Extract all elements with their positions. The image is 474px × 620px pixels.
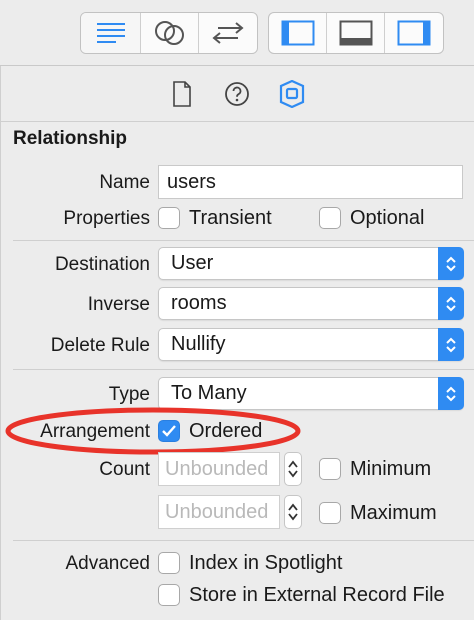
divider [13,369,474,370]
tab-quick-help[interactable] [223,80,251,108]
advanced-label: Advanced [65,553,150,574]
divider [13,240,474,241]
delete-rule-value: Nullify [171,333,226,355]
index-in-spotlight-label: Index in Spotlight [189,552,343,574]
store-external-checkbox[interactable] [158,584,180,606]
inverse-popup[interactable]: rooms [158,287,464,320]
file-icon [173,81,191,107]
inverse-label: Inverse [87,294,150,315]
inverse-value: rooms [171,292,227,314]
divider [13,540,474,541]
left-panel-icon [281,20,314,46]
type-label: Type [108,384,150,405]
debug-area-toggle[interactable] [327,13,385,53]
bottom-panel-icon [339,20,372,46]
right-panel-icon [397,20,431,46]
destination-label: Destination [54,254,150,275]
inspector-tab-bar [0,66,474,122]
data-model-icon [279,80,305,108]
maximum-count-stepper[interactable] [284,495,302,529]
toolbar [0,0,474,66]
name-label: Name [99,172,150,193]
linked-circles-icon [154,21,184,45]
minimum-label: Minimum [350,458,432,480]
delete-rule-popup[interactable]: Nullify [158,328,464,361]
minimum-count-field[interactable]: Unbounded [158,452,280,486]
count-label: Count [99,459,150,480]
editor-segmented-control [80,12,258,54]
minimum-count-stepper[interactable] [284,452,302,486]
destination-value: User [171,252,214,274]
optional-checkbox[interactable] [319,207,341,229]
name-field[interactable]: users [158,165,463,199]
popup-arrows-icon [438,247,464,280]
stepper-arrows-icon [288,503,298,521]
minimum-checkbox[interactable] [319,458,341,480]
standard-editor-button[interactable] [81,13,141,53]
text-align-icon [96,23,125,43]
tab-file-inspector[interactable] [168,80,196,108]
properties-label: Properties [63,208,150,229]
transient-label: Transient [189,207,272,229]
type-value: To Many [171,382,247,404]
utilities-toggle[interactable] [385,13,443,53]
version-editor-button[interactable] [199,13,257,53]
maximum-count-field[interactable]: Unbounded [158,495,280,529]
popup-arrows-icon [438,377,464,410]
maximum-checkbox[interactable] [319,502,341,524]
assistant-editor-button[interactable] [141,13,199,53]
index-in-spotlight-checkbox[interactable] [158,552,180,574]
stepper-arrows-icon [288,460,298,478]
optional-label: Optional [350,207,425,229]
navigator-toggle[interactable] [269,13,327,53]
panel-segmented-control [268,12,444,54]
popup-arrows-icon [438,328,464,361]
tab-data-model-inspector[interactable] [278,80,306,108]
delete-rule-label: Delete Rule [50,335,150,356]
popup-arrows-icon [438,287,464,320]
swap-arrows-icon [212,22,244,44]
transient-checkbox[interactable] [158,207,180,229]
pane-divider [0,66,1,620]
section-title: Relationship [13,128,128,149]
destination-popup[interactable]: User [158,247,464,280]
store-external-label: Store in External Record File [189,584,445,606]
maximum-label: Maximum [350,502,437,524]
help-icon [225,82,249,106]
